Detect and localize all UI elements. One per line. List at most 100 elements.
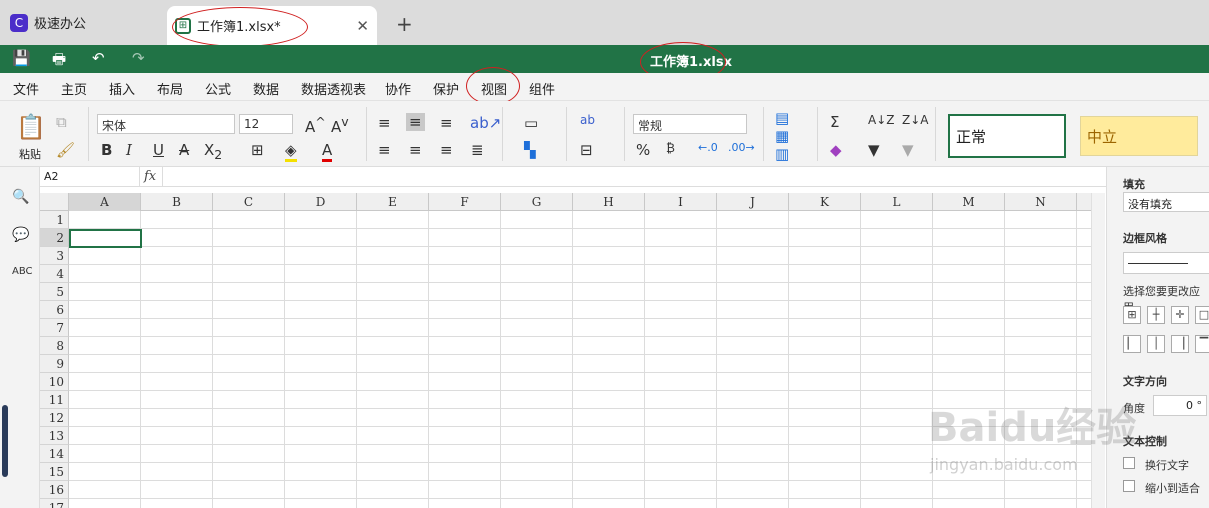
menu-file[interactable]: 文件 [13,79,39,98]
clear-icon[interactable]: ◆ [830,141,842,159]
underline-icon[interactable]: U [153,141,164,159]
column-header[interactable]: D [285,193,357,211]
row-header[interactable]: 12 [40,409,69,427]
row-header[interactable]: 13 [40,427,69,445]
delete-cells-icon[interactable]: ▦ [775,127,789,145]
menu-layout[interactable]: 布局 [157,79,183,98]
active-cell[interactable] [69,229,142,248]
merge-cells-icon[interactable]: ▚ [524,141,536,159]
column-header[interactable]: E [357,193,429,211]
column-header[interactable]: H [573,193,645,211]
font-size-select[interactable]: 12 [239,114,293,134]
insert-cells-icon[interactable]: ▤ [775,109,789,127]
filter-icon[interactable]: ▼ [868,141,880,159]
borders-icon[interactable]: ⊞ [251,141,264,159]
sort-ascending-icon[interactable]: A↓Z [868,113,894,127]
border-inner-icon[interactable]: ┼ [1147,306,1165,324]
style-normal[interactable]: 正常 [948,114,1066,158]
row-header[interactable]: 5 [40,283,69,301]
comment-icon[interactable]: 💬 [12,227,29,243]
column-header[interactable]: I [645,193,717,211]
align-left-icon[interactable]: ≡ [378,141,391,159]
shrink-checkbox[interactable] [1123,480,1135,492]
column-header[interactable]: F [429,193,501,211]
align-top-icon[interactable]: ≡ [378,114,391,132]
menu-collaborate[interactable]: 协作 [385,79,411,98]
vertical-scrollbar[interactable] [1091,193,1105,508]
column-header[interactable]: M [933,193,1005,211]
format-painter-icon[interactable]: 🖌 [56,141,75,159]
column-header[interactable]: A [69,193,141,211]
column-header[interactable]: J [717,193,789,211]
align-justify-icon[interactable]: ≣ [471,141,484,159]
menu-components[interactable]: 组件 [529,79,555,98]
border-outer-icon[interactable]: □ [1195,306,1209,324]
border-vertical-icon[interactable]: │ [1147,335,1165,353]
row-header[interactable]: 6 [40,301,69,319]
row-header[interactable]: 1 [40,211,69,229]
font-name-select[interactable]: 宋体 [97,114,235,134]
style-neutral[interactable]: 中立 [1080,116,1198,156]
row-header[interactable]: 16 [40,481,69,499]
copy-icon[interactable]: ⧉ [56,113,67,131]
border-all-icon[interactable]: ⊞ [1123,306,1141,324]
border-cross-icon[interactable]: ✛ [1171,306,1189,324]
save-icon[interactable]: 💾 [12,49,31,67]
row-header[interactable]: 11 [40,391,69,409]
new-tab-button[interactable]: + [396,12,413,36]
align-middle-icon[interactable]: ≡ [406,113,425,131]
insert-function-icon[interactable]: ⊟ [580,141,593,159]
row-header[interactable]: 7 [40,319,69,337]
redo-icon[interactable]: ↷ [132,49,145,67]
decrease-font-icon[interactable]: Av [331,114,349,136]
row-header[interactable]: 3 [40,247,69,265]
row-header[interactable]: 10 [40,373,69,391]
spellcheck-rail-icon[interactable]: ABC [12,266,33,277]
decrease-decimal-icon[interactable]: ←.0 [698,141,718,154]
fill-color-icon[interactable]: ◈ [285,141,297,162]
column-header[interactable]: L [861,193,933,211]
menu-data[interactable]: 数据 [253,79,279,98]
select-all-corner[interactable] [40,193,69,211]
currency-icon[interactable]: ₿ [666,141,675,155]
column-header[interactable]: B [141,193,213,211]
row-header[interactable]: 8 [40,337,69,355]
clear-filter-icon[interactable]: ▼ [902,141,914,159]
column-header[interactable]: C [213,193,285,211]
menu-protect[interactable]: 保护 [433,79,459,98]
wrap-text-icon[interactable]: ▭ [524,114,538,132]
border-style-select[interactable] [1123,252,1209,274]
border-top-icon[interactable]: ▔ [1195,335,1209,353]
paste-icon[interactable]: 📋 [16,113,46,141]
align-right-icon[interactable]: ≡ [440,141,453,159]
row-header[interactable]: 15 [40,463,69,481]
increase-decimal-icon[interactable]: .00→ [728,141,755,154]
spellcheck-icon[interactable]: ab [580,113,595,127]
sort-descending-icon[interactable]: Z↓A [902,113,928,127]
border-right-icon[interactable]: ▕ [1171,335,1189,353]
italic-icon[interactable]: I [126,141,132,159]
subscript-icon[interactable]: X2 [204,141,222,162]
format-cells-icon[interactable]: ▥ [775,145,789,163]
row-header[interactable]: 2 [40,229,69,247]
autosum-icon[interactable]: Σ [830,113,839,131]
search-icon[interactable]: 🔍 [12,189,29,205]
close-tab-icon[interactable]: ✕ [356,17,369,35]
menu-insert[interactable]: 插入 [109,79,135,98]
undo-icon[interactable]: ↶ [92,49,105,67]
wrap-checkbox[interactable] [1123,457,1135,469]
row-header[interactable]: 9 [40,355,69,373]
fill-select[interactable]: 没有填充 [1123,192,1209,212]
column-header[interactable]: N [1005,193,1077,211]
menu-pivot-table[interactable]: 数据透视表 [301,79,366,98]
border-left-icon[interactable]: ▏ [1123,335,1141,353]
name-box[interactable]: A2 [40,167,140,187]
menu-formula[interactable]: 公式 [205,79,231,98]
strikethrough-icon[interactable]: A [179,141,189,159]
row-header[interactable]: 17 [40,499,69,508]
font-color-icon[interactable]: A [322,141,333,162]
print-icon[interactable]: 🖶 [52,49,66,74]
angle-input[interactable]: 0 ° [1153,395,1207,416]
align-center-icon[interactable]: ≡ [409,141,422,159]
row-header[interactable]: 4 [40,265,69,283]
